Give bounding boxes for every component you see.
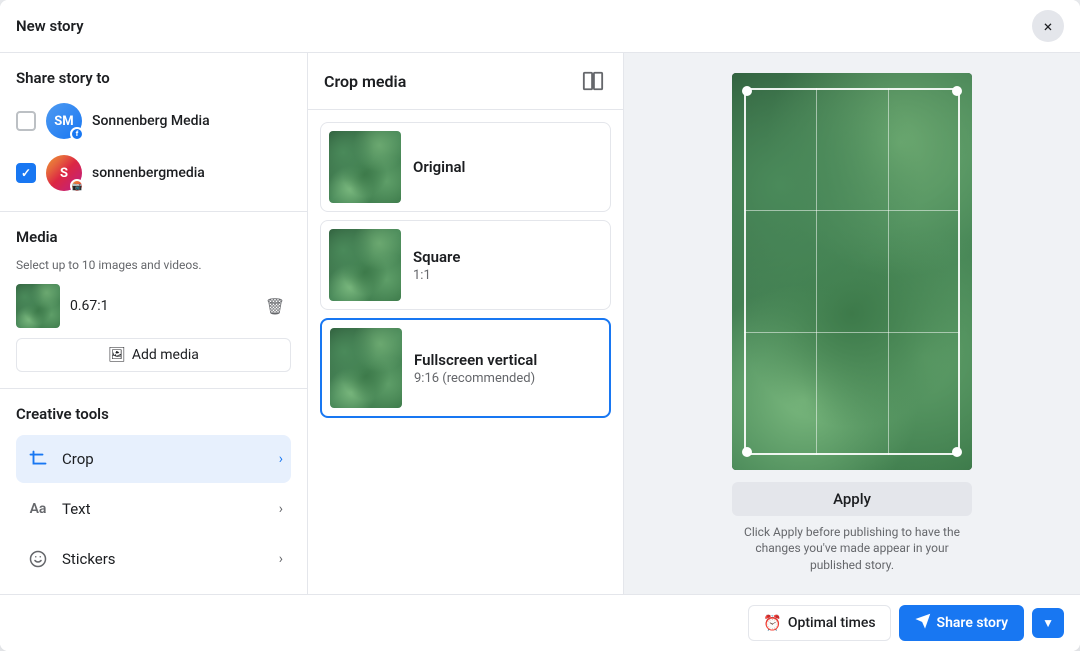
middle-panel: Crop media Original [308, 53, 624, 594]
stickers-tool[interactable]: Stickers › [16, 535, 291, 583]
share-dropdown-button[interactable]: ▼ [1032, 608, 1064, 638]
creative-tools-title: Creative tools [16, 405, 291, 423]
compare-view-icon[interactable] [579, 67, 607, 95]
stickers-label: Stickers [62, 550, 269, 568]
apply-button[interactable]: Apply [732, 482, 972, 516]
crop-media-header: Crop media [308, 53, 623, 110]
stickers-chevron-icon: › [279, 551, 283, 567]
delete-media-button[interactable]: 🗑 [259, 290, 291, 322]
chevron-down-icon: ▼ [1042, 616, 1054, 630]
modal-title: New story [16, 17, 84, 35]
text-label: Text [62, 500, 269, 518]
crop-original-info: Original [413, 158, 602, 176]
left-panel: Share story to SM f Sonnenberg Media [0, 53, 308, 594]
crop-original-name: Original [413, 158, 602, 176]
crop-fullscreen-thumbnail [330, 328, 402, 408]
media-section: Media Select up to 10 images and videos.… [0, 212, 307, 389]
apply-note: Click Apply before publishing to have th… [732, 524, 972, 574]
text-chevron-icon: › [279, 501, 283, 517]
add-media-label: Add media [132, 347, 199, 363]
share-to-list: SM f Sonnenberg Media S 📷 [16, 99, 291, 195]
preview-container [732, 73, 972, 470]
crop-option-original[interactable]: Original [320, 122, 611, 212]
share-story-label: Share story [937, 615, 1009, 631]
instagram-checkbox[interactable] [16, 163, 36, 183]
facebook-checkbox[interactable] [16, 111, 36, 131]
crop-fullscreen-name: Fullscreen vertical [414, 351, 601, 369]
creative-tools-section: Creative tools Crop › Aa Text [0, 389, 307, 594]
optimal-times-label: Optimal times [788, 615, 876, 631]
share-plane-icon [915, 613, 931, 633]
media-ratio-label: 0.67:1 [70, 298, 249, 314]
share-to-instagram[interactable]: S 📷 sonnenbergmedia [16, 151, 291, 195]
share-to-facebook[interactable]: SM f Sonnenberg Media [16, 99, 291, 143]
crop-square-thumbnail [329, 229, 401, 301]
share-to-section: Share story to SM f Sonnenberg Media [0, 53, 307, 212]
crop-media-title: Crop media [324, 72, 406, 91]
crop-fullscreen-ratio: 9:16 (recommended) [414, 371, 601, 386]
media-title: Media [16, 228, 291, 246]
instagram-account-name: sonnenbergmedia [92, 165, 205, 181]
text-tool[interactable]: Aa Text › [16, 485, 291, 533]
clock-icon: ⏰ [763, 614, 782, 632]
media-item: 0.67:1 🗑 [16, 284, 291, 328]
stickers-icon [24, 545, 52, 573]
crop-options-list: Original Square 1:1 [308, 110, 623, 430]
facebook-avatar-wrap: SM f [46, 103, 82, 139]
add-media-icon: 🖼 [108, 347, 126, 363]
add-media-button[interactable]: 🖼 Add media [16, 338, 291, 372]
share-story-button[interactable]: Share story [899, 605, 1025, 641]
crop-option-fullscreen[interactable]: Fullscreen vertical 9:16 (recommended) [320, 318, 611, 418]
modal-footer: ⏰ Optimal times Share story ▼ [0, 594, 1080, 651]
media-thumbnail [16, 284, 60, 328]
crop-tool[interactable]: Crop › [16, 435, 291, 483]
right-panel: Apply Click Apply before publishing to h… [624, 53, 1080, 594]
new-story-modal: New story × Share story to SM f [0, 0, 1080, 651]
crop-label: Crop [62, 450, 269, 468]
crop-square-name: Square [413, 248, 602, 266]
facebook-account-name: Sonnenberg Media [92, 113, 210, 129]
facebook-badge: f [70, 127, 84, 141]
crop-option-square[interactable]: Square 1:1 [320, 220, 611, 310]
instagram-avatar-wrap: S 📷 [46, 155, 82, 191]
crop-square-ratio: 1:1 [413, 268, 602, 283]
media-subtitle: Select up to 10 images and videos. [16, 258, 291, 272]
text-icon: Aa [24, 495, 52, 523]
close-button[interactable]: × [1032, 10, 1064, 42]
crop-fullscreen-info: Fullscreen vertical 9:16 (recommended) [414, 351, 601, 386]
preview-image [732, 73, 972, 470]
crop-chevron-icon: › [279, 451, 283, 467]
modal-header: New story × [0, 0, 1080, 53]
crop-original-thumbnail [329, 131, 401, 203]
modal-body: Share story to SM f Sonnenberg Media [0, 53, 1080, 594]
crop-icon [24, 445, 52, 473]
instagram-badge: 📷 [70, 179, 84, 193]
optimal-times-button[interactable]: ⏰ Optimal times [748, 605, 890, 641]
apply-section: Apply Click Apply before publishing to h… [732, 482, 972, 574]
share-to-title: Share story to [16, 69, 291, 87]
crop-square-info: Square 1:1 [413, 248, 602, 283]
